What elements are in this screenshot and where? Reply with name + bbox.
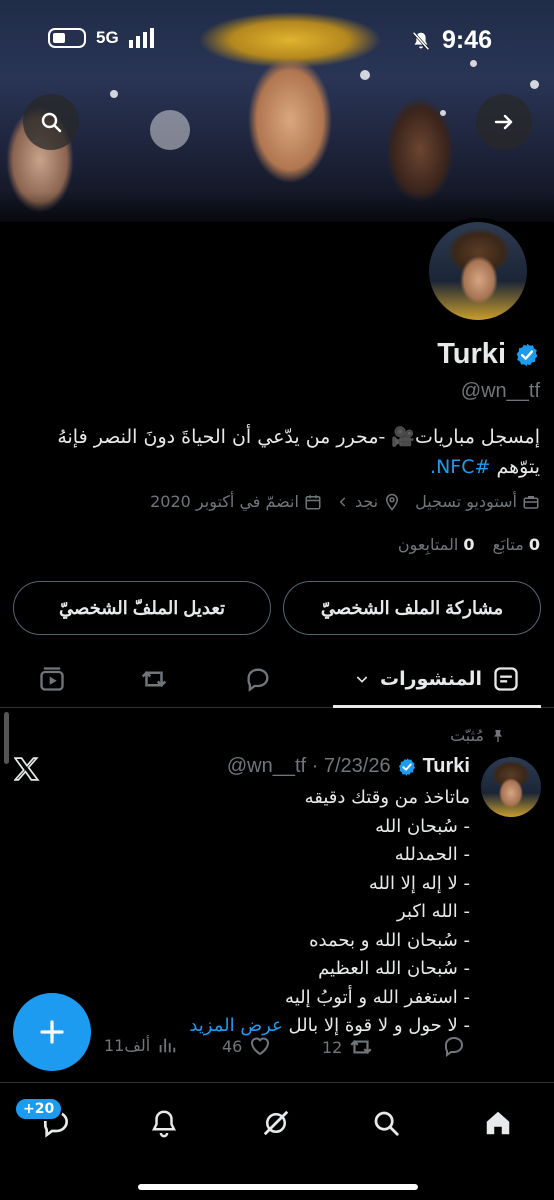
category-text: أستوديو تسجيل xyxy=(415,492,517,511)
bell-icon xyxy=(151,1110,177,1138)
post-line: - سُبحان الله العظيم xyxy=(318,958,470,979)
following-label: متابَع xyxy=(492,535,524,554)
post-author-name[interactable]: Turki xyxy=(423,755,470,778)
post-line: - لا إله إلا الله xyxy=(368,872,470,894)
tab-active-indicator xyxy=(333,705,541,708)
repost-icon xyxy=(350,1040,372,1054)
post-line: ماتاخذ من وقتك دقيقه xyxy=(304,787,470,808)
post-line: - استغفر الله و أتوبُ إليه xyxy=(285,986,470,1008)
follow-counts: 0 متابَع 0 المتابِعون xyxy=(398,535,540,554)
briefcase-icon xyxy=(523,495,539,509)
following-link[interactable]: 0 متابَع xyxy=(493,535,540,554)
verified-badge-icon xyxy=(398,757,415,776)
post-line: - سُبحان الله xyxy=(375,815,470,837)
repost-icon xyxy=(141,670,167,687)
profile-avatar[interactable] xyxy=(425,218,531,324)
nav-search[interactable] xyxy=(366,1103,406,1143)
tab-posts[interactable]: المنشورات xyxy=(333,650,541,708)
pin-icon xyxy=(494,729,502,742)
reply-action[interactable] xyxy=(442,1034,466,1058)
post-line: - لا حول و لا قوة إلا بالل xyxy=(288,1015,471,1036)
home-indicator[interactable] xyxy=(138,1184,418,1190)
x-logo-icon xyxy=(13,757,40,781)
reply-bubble-icon xyxy=(247,667,269,692)
location-text: نجد xyxy=(354,492,379,511)
chevron-down-icon[interactable] xyxy=(354,671,370,687)
grok-icon xyxy=(263,1110,289,1136)
post-header: Turki @wn__tf · 7/23/26 xyxy=(227,755,470,778)
search-icon xyxy=(374,1111,399,1136)
search-button[interactable] xyxy=(23,94,79,150)
pinned-text: مُثبّت xyxy=(450,726,484,745)
plus-icon xyxy=(40,1020,64,1044)
messages-badge: +20 xyxy=(14,1097,64,1121)
like-count: 46 xyxy=(222,1036,243,1056)
arrow-right-icon xyxy=(494,114,513,130)
views-action[interactable]: 11ألف xyxy=(104,1034,178,1056)
nav-grok[interactable] xyxy=(256,1103,296,1143)
search-icon xyxy=(41,112,62,133)
silent-bell-icon xyxy=(412,31,430,50)
nav-home[interactable] xyxy=(478,1103,518,1143)
pinned-label: مُثبّت xyxy=(450,726,506,745)
post-line: - الحمدلله xyxy=(394,844,470,865)
category-item[interactable]: أستوديو تسجيل xyxy=(415,492,540,511)
post-author-avatar[interactable] xyxy=(481,757,541,817)
location-item: نجد xyxy=(336,492,401,511)
profile-tabs: المنشورات xyxy=(0,650,554,708)
location-pin-icon xyxy=(386,493,399,511)
repost-action[interactable]: 12 xyxy=(322,1034,374,1060)
scroll-indicator[interactable] xyxy=(4,712,9,764)
followers-count: 0 xyxy=(463,535,475,554)
share-profile-button[interactable]: مشاركة الملف الشخصيّ xyxy=(283,581,541,635)
profile-bio: إمسجل مباريات🎥 -محرر من يدّعي أن الحياةَ… xyxy=(10,422,540,482)
bio-hashtag-link[interactable]: #NFC. xyxy=(430,456,490,478)
video-icon xyxy=(40,666,64,691)
tab-media[interactable] xyxy=(22,650,82,707)
post-line: - سُبحان الله و بحمده xyxy=(309,929,470,951)
post-line: - الله اكبر xyxy=(397,901,470,922)
views-count: 11ألف xyxy=(104,1035,151,1055)
signal-icon xyxy=(128,28,154,48)
like-action[interactable]: 46 xyxy=(222,1034,272,1058)
network-type: 5G xyxy=(96,28,119,47)
status-bar: 5G 9:46 xyxy=(0,0,554,80)
chevron-left-icon xyxy=(339,496,346,507)
post-date[interactable]: 7/23/26 xyxy=(324,755,391,777)
display-name-row: Turki xyxy=(437,338,540,371)
bottom-nav: +20 xyxy=(0,1082,554,1200)
posts-icon xyxy=(494,666,518,691)
verified-badge-icon[interactable] xyxy=(514,342,540,368)
heart-icon xyxy=(251,1037,270,1056)
calendar-icon xyxy=(305,494,321,509)
tab-posts-label: المنشورات xyxy=(380,667,482,690)
display-name: Turki xyxy=(437,338,506,370)
show-more-link[interactable]: عرض المزيد xyxy=(189,1015,282,1036)
compose-button[interactable] xyxy=(13,993,91,1071)
joined-text: انضمّ في أكتوبر 2020 xyxy=(150,492,299,511)
followers-link[interactable]: 0 المتابِعون xyxy=(398,535,475,554)
battery-icon xyxy=(48,28,86,48)
nav-notifications[interactable] xyxy=(144,1103,184,1143)
following-count: 0 xyxy=(528,535,540,554)
post-body[interactable]: ماتاخذ من وقتك دقيقه - سُبحان الله - الح… xyxy=(30,784,470,1041)
tab-replies[interactable] xyxy=(228,650,288,707)
bar-chart-icon xyxy=(159,1038,176,1053)
tab-reposts[interactable] xyxy=(124,650,184,707)
followers-label: المتابِعون xyxy=(397,535,459,554)
repost-count: 12 xyxy=(322,1037,343,1057)
post-handle-date: @wn__tf · 7/23/26 xyxy=(226,755,391,777)
joined-item: انضمّ في أكتوبر 2020 xyxy=(150,492,322,511)
home-icon xyxy=(486,1111,510,1135)
back-button[interactable] xyxy=(476,94,532,150)
post-author-handle: @wn__tf xyxy=(226,755,307,777)
profile-meta: أستوديو تسجيل نجد انضمّ في أكتوبر 2020 xyxy=(150,492,540,511)
reply-bubble-icon xyxy=(445,1036,464,1057)
clock: 9:46 xyxy=(441,26,492,54)
edit-profile-button[interactable]: تعديل الملفّ الشخصيّ xyxy=(13,581,271,635)
profile-handle: @wn__tf xyxy=(460,380,540,402)
avatar-image xyxy=(429,222,527,320)
